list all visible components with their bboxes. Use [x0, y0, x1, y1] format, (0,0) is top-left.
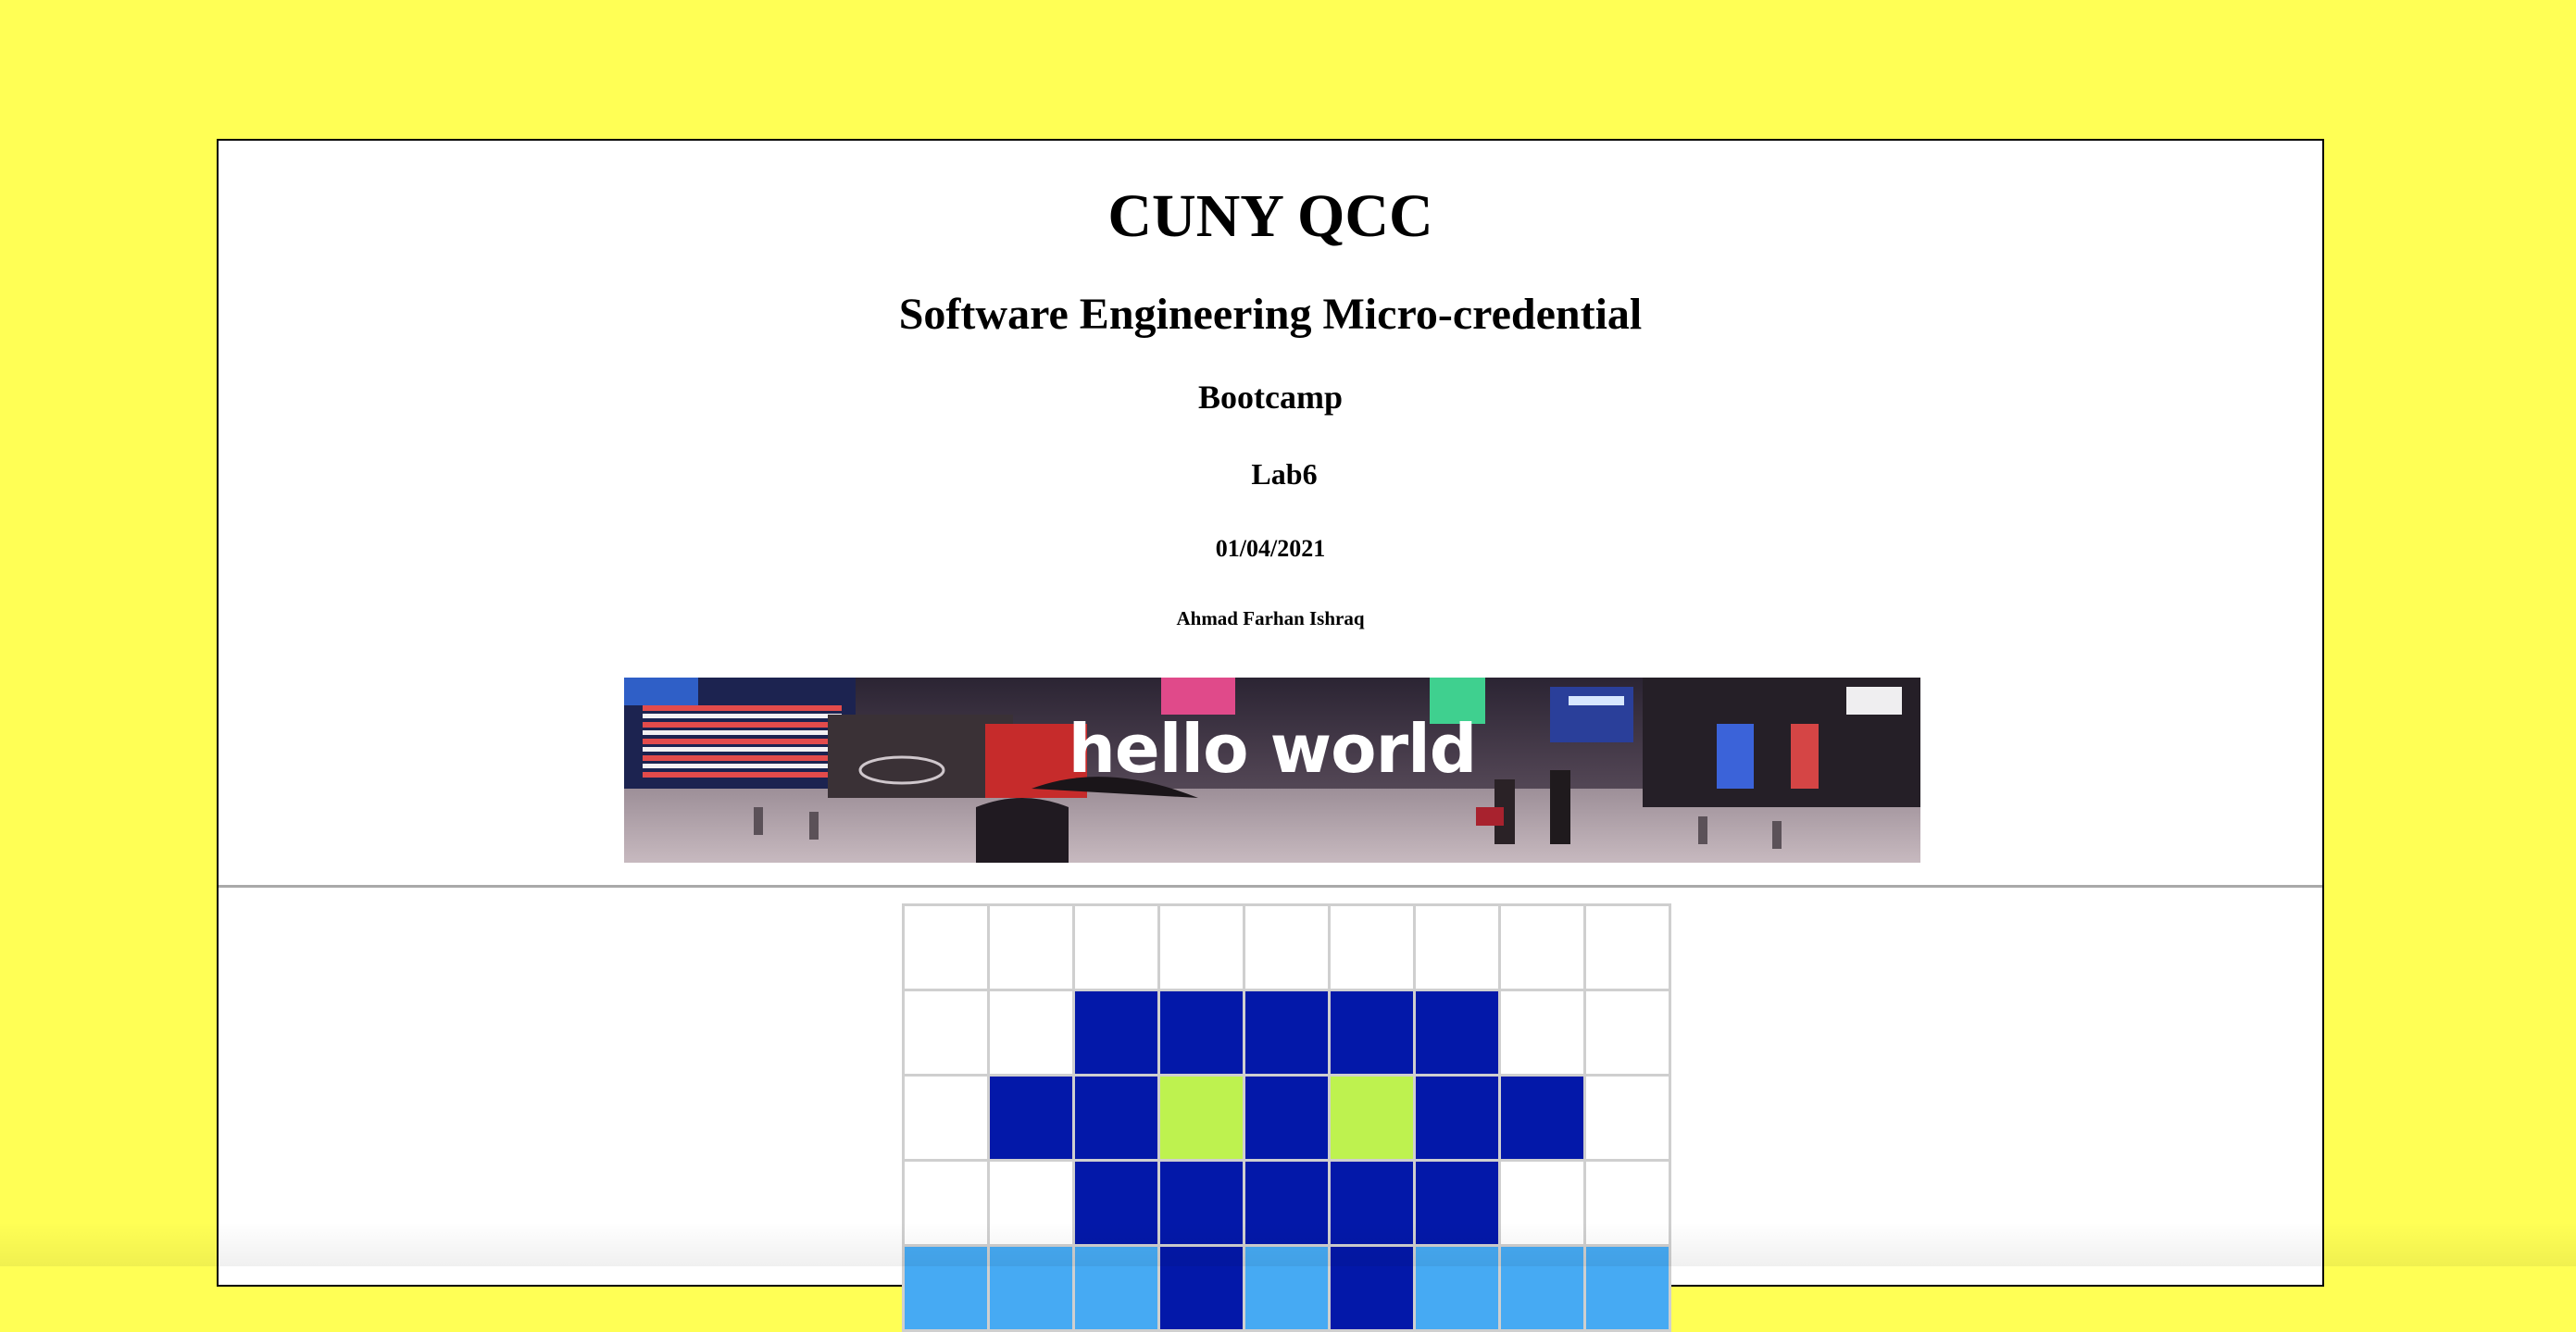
pixel-cell[interactable]	[1413, 989, 1501, 1077]
pixel-cell[interactable]	[987, 1159, 1075, 1247]
pixel-cell[interactable]	[902, 989, 990, 1077]
pixel-cell[interactable]	[1328, 989, 1416, 1077]
pixel-cell[interactable]	[987, 989, 1075, 1077]
pixel-cell[interactable]	[1498, 989, 1586, 1077]
pixel-cell[interactable]	[1413, 903, 1501, 991]
pixel-row	[902, 1244, 1671, 1332]
pixel-cell[interactable]	[987, 903, 1075, 991]
pixel-cell[interactable]	[1072, 1159, 1160, 1247]
horizontal-divider	[219, 885, 2322, 888]
author-heading: Ahmad Farhan Ishraq	[1176, 607, 1365, 629]
pixel-cell[interactable]	[1157, 989, 1245, 1077]
pixel-cell[interactable]	[1243, 989, 1331, 1077]
content-container: CUNY QCC Software Engineering Micro-cred…	[217, 139, 2324, 1332]
pixel-cell[interactable]	[1157, 1159, 1245, 1247]
pixel-cell[interactable]	[1243, 1074, 1331, 1162]
banner-image: hello world	[624, 678, 1920, 863]
pixel-cell[interactable]	[1413, 1244, 1501, 1332]
page-title: CUNY QCC	[1107, 182, 1433, 250]
pixel-cell[interactable]	[902, 903, 990, 991]
pixel-cell[interactable]	[1328, 1074, 1416, 1162]
pixel-cell[interactable]	[1328, 1244, 1416, 1332]
pixel-cell[interactable]	[1072, 1244, 1160, 1332]
pixel-cell[interactable]	[1413, 1159, 1501, 1247]
banner-text: hello world	[1068, 710, 1478, 788]
pixel-art-grid	[902, 903, 1671, 1332]
pixel-cell[interactable]	[1583, 1074, 1671, 1162]
pixel-cell[interactable]	[1157, 903, 1245, 991]
pixel-cell[interactable]	[1498, 1074, 1586, 1162]
pixel-cell[interactable]	[1328, 903, 1416, 991]
pixel-cell[interactable]	[1583, 903, 1671, 991]
pixel-cell[interactable]	[1072, 903, 1160, 991]
pixel-cell[interactable]	[1413, 1074, 1501, 1162]
pixel-cell[interactable]	[1583, 1159, 1671, 1247]
pixel-cell[interactable]	[1072, 1074, 1160, 1162]
pixel-cell[interactable]	[987, 1074, 1075, 1162]
program-heading: Bootcamp	[1198, 379, 1343, 416]
pixel-cell[interactable]	[1243, 1244, 1331, 1332]
pixel-cell[interactable]	[902, 1159, 990, 1247]
pixel-cell[interactable]	[1243, 1159, 1331, 1247]
lab-heading: Lab6	[1251, 457, 1318, 491]
pixel-cell[interactable]	[1157, 1244, 1245, 1332]
pixel-cell[interactable]	[1072, 989, 1160, 1077]
pixel-cell[interactable]	[1498, 903, 1586, 991]
course-subtitle: Software Engineering Micro-credential	[898, 290, 1643, 339]
date-heading: 01/04/2021	[1215, 535, 1326, 562]
pixel-cell[interactable]	[1328, 1159, 1416, 1247]
pixel-row	[902, 989, 1671, 1077]
pixel-cell[interactable]	[1498, 1159, 1586, 1247]
pixel-cell[interactable]	[902, 1244, 990, 1332]
pixel-cell[interactable]	[1157, 1074, 1245, 1162]
pixel-row	[902, 903, 1671, 991]
pixel-row	[902, 1159, 1671, 1247]
pixel-cell[interactable]	[1583, 1244, 1671, 1332]
pixel-cell[interactable]	[1498, 1244, 1586, 1332]
pixel-cell[interactable]	[1583, 989, 1671, 1077]
pixel-cell[interactable]	[1243, 903, 1331, 991]
pixel-cell[interactable]	[987, 1244, 1075, 1332]
pixel-cell[interactable]	[902, 1074, 990, 1162]
pixel-row	[902, 1074, 1671, 1162]
